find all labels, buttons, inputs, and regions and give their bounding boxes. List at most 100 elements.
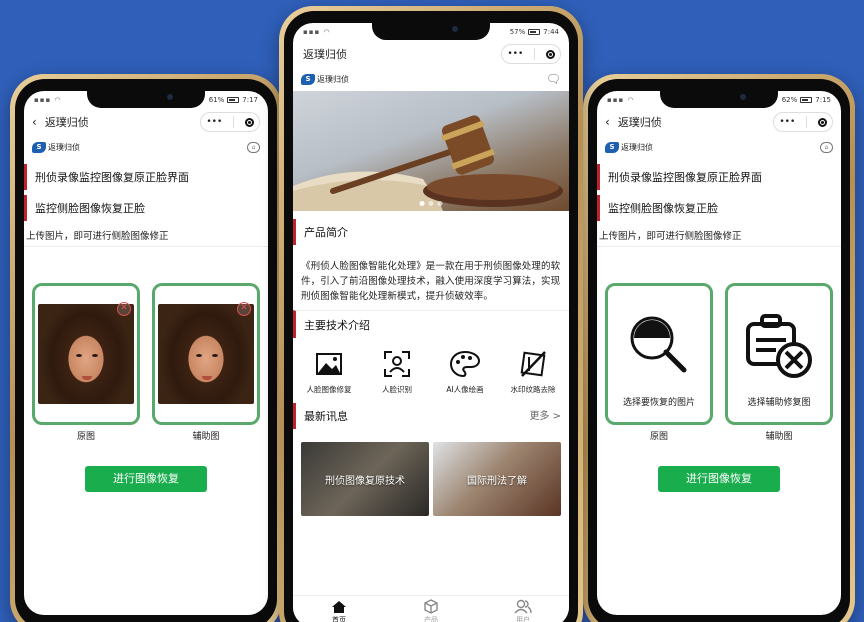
remove-icon[interactable]: ✕ — [117, 302, 131, 316]
tab-user[interactable]: 用户 — [493, 599, 553, 622]
upload-hint: 上传图片，即可进行侧脸图像修正 — [24, 226, 268, 247]
signal-icon: ▪▪▪ ◠ — [303, 28, 331, 36]
back-icon[interactable]: ‹ — [32, 115, 37, 129]
magnifier-icon — [630, 316, 687, 373]
left-phone: ▪▪▪ ◠ 61% 7:17 ‹ 返璞归侦 ••• S 返璞归侦 ⌂ 刑侦录像监控图… — [10, 74, 282, 622]
intro-paragraph: 《刑侦人脸图像智能化处理》是一款在用于刑侦图像处理的软件，引入了前沿图像处理技术… — [301, 261, 561, 302]
more-icon[interactable]: ••• — [779, 117, 795, 127]
news-title: 国际刑法了解 — [467, 475, 527, 487]
center-phone-bezel: ▪▪▪ ◠ 57% 7:44 返璞归侦 ••• S 返璞归侦 🗨 产品简介 《刑侦人… — [284, 11, 578, 622]
more-icon[interactable]: ••• — [507, 49, 523, 59]
right-phone-screen: ▪▪▪ ◠ 62% 7:15 ‹ 返璞归侦 ••• S 返璞归侦 ⌂ 刑侦录像监控图… — [597, 91, 841, 615]
signal-icon: ▪▪▪ ◠ — [34, 96, 62, 104]
close-target-icon[interactable] — [244, 117, 254, 127]
original-image-tile[interactable]: 选择要恢复的图片 原图 — [605, 283, 713, 442]
restore-button[interactable]: 进行图像恢复 — [658, 466, 780, 492]
home-icon[interactable]: ⌂ — [820, 141, 833, 153]
left-phone-bezel: ▪▪▪ ◠ 61% 7:17 ‹ 返璞归侦 ••• S 返璞归侦 ⌂ 刑侦录像监控图… — [15, 79, 277, 622]
users-icon — [514, 599, 532, 614]
face-photo — [38, 304, 134, 404]
notch — [87, 88, 205, 108]
news-heading: 最新讯息 — [293, 403, 348, 429]
mini-program-capsule: ••• — [200, 112, 260, 132]
battery-icon — [227, 97, 240, 103]
brand-name: 返璞归侦 — [48, 142, 80, 152]
gavel-image — [293, 115, 563, 211]
nav-title: 返璞归侦 — [44, 116, 89, 129]
face-scan-icon — [384, 351, 410, 377]
home-icon — [332, 600, 346, 613]
home-icon[interactable]: ⌂ — [247, 141, 260, 153]
tech-item-face-repair[interactable]: 人脸图像修复 — [297, 347, 361, 395]
tech-item-face-recognition[interactable]: 人脸识别 — [365, 347, 429, 395]
tab-home[interactable]: 首页 — [309, 599, 369, 622]
center-phone-screen: ▪▪▪ ◠ 57% 7:44 返璞归侦 ••• S 返璞归侦 🗨 产品简介 《刑侦人… — [293, 23, 569, 622]
restore-button[interactable]: 进行图像恢复 — [85, 466, 207, 492]
tab-label: 用户 — [516, 615, 530, 622]
brand-name: 返璞归侦 — [621, 142, 653, 152]
face-photo — [158, 304, 254, 404]
nav-bar: 返璞归侦 ••• — [293, 41, 569, 67]
nav-title: 返璞归侦 — [617, 116, 662, 129]
nav-title: 返璞归侦 — [303, 48, 347, 61]
news-list: 刑侦图像复原技术 国际刑法了解 — [293, 434, 569, 516]
toolbox-repair-icon — [746, 314, 812, 378]
watermark-icon — [520, 351, 546, 377]
select-auxiliary-box[interactable]: 选择辅助修复图 — [725, 283, 833, 425]
close-target-icon[interactable] — [545, 49, 555, 59]
auxiliary-image-tile[interactable]: ✕ 辅助图 — [152, 283, 260, 442]
banner-carousel[interactable] — [293, 91, 569, 211]
logo-icon: S — [301, 73, 315, 85]
message-icon[interactable]: 🗨 — [546, 72, 561, 86]
auxiliary-image-box[interactable]: ✕ — [152, 283, 260, 425]
brand-logo: S 返璞归侦 — [32, 141, 80, 153]
more-link[interactable]: 更多 > — [529, 407, 561, 422]
right-phone-bezel: ▪▪▪ ◠ 62% 7:15 ‹ 返璞归侦 ••• S 返璞归侦 ⌂ 刑侦录像监控图… — [588, 79, 850, 622]
brand-logo: S 返璞归侦 — [301, 73, 349, 85]
palette-icon — [449, 350, 481, 378]
tech-item-ai-portrait[interactable]: AI人像绘画 — [433, 347, 497, 395]
logo-icon: S — [605, 141, 619, 153]
original-image-box[interactable]: ✕ — [32, 283, 140, 425]
notch — [372, 20, 490, 40]
page-title: 刑侦录像监控图像复原正脸界面 — [24, 164, 268, 190]
battery-percent: 57% — [509, 28, 526, 36]
tech-label: 人脸图像修复 — [306, 385, 352, 394]
section-title: 监控侧脸图像恢复正脸 — [597, 195, 841, 221]
intro-heading: 产品简介 — [293, 219, 569, 245]
more-icon[interactable]: ••• — [206, 117, 222, 127]
nav-bar: ‹ 返璞归侦 ••• — [597, 109, 841, 135]
tile-label: 原图 — [649, 432, 668, 442]
auxiliary-image-tile[interactable]: 选择辅助修复图 辅助图 — [725, 283, 833, 442]
tech-item-watermark-removal[interactable]: 水印纹路去除 — [501, 347, 565, 395]
mini-program-capsule: ••• — [501, 44, 561, 64]
tab-bar: 首页 产品 用户 — [293, 595, 569, 622]
signal-icon: ▪▪▪ ◠ — [607, 96, 635, 104]
carousel-dots[interactable] — [419, 201, 443, 206]
cube-icon — [424, 599, 438, 614]
tech-label: 水印纹路去除 — [510, 385, 556, 394]
battery-percent: 61% — [208, 96, 225, 104]
close-target-icon[interactable] — [817, 117, 827, 127]
news-header: 最新讯息 更多 > — [293, 395, 569, 434]
page-title: 刑侦录像监控图像复原正脸界面 — [597, 164, 841, 190]
battery-icon — [528, 29, 541, 35]
back-icon[interactable]: ‹ — [605, 115, 610, 129]
image-tiles: ✕ 原图 ✕ 辅助图 — [24, 283, 268, 442]
left-phone-screen: ▪▪▪ ◠ 61% 7:17 ‹ 返璞归侦 ••• S 返璞归侦 ⌂ 刑侦录像监控图… — [24, 91, 268, 615]
news-card[interactable]: 国际刑法了解 — [433, 442, 561, 516]
select-image-box[interactable]: 选择要恢复的图片 — [605, 283, 713, 425]
status-time: 7:17 — [242, 96, 258, 104]
tab-products[interactable]: 产品 — [401, 599, 461, 622]
tech-label: AI人像绘画 — [446, 385, 484, 394]
battery-icon — [800, 97, 813, 103]
battery-percent: 62% — [781, 96, 798, 104]
upload-hint: 上传图片，即可进行侧脸图像修正 — [597, 226, 841, 247]
remove-icon[interactable]: ✕ — [237, 302, 251, 316]
tech-label: 人脸识别 — [382, 385, 412, 394]
tile-label: 辅助图 — [765, 432, 793, 442]
news-card[interactable]: 刑侦图像复原技术 — [301, 442, 429, 516]
news-title: 刑侦图像复原技术 — [325, 475, 405, 487]
brand-row: S 返璞归侦 🗨 — [293, 67, 569, 91]
original-image-tile[interactable]: ✕ 原图 — [32, 283, 140, 442]
